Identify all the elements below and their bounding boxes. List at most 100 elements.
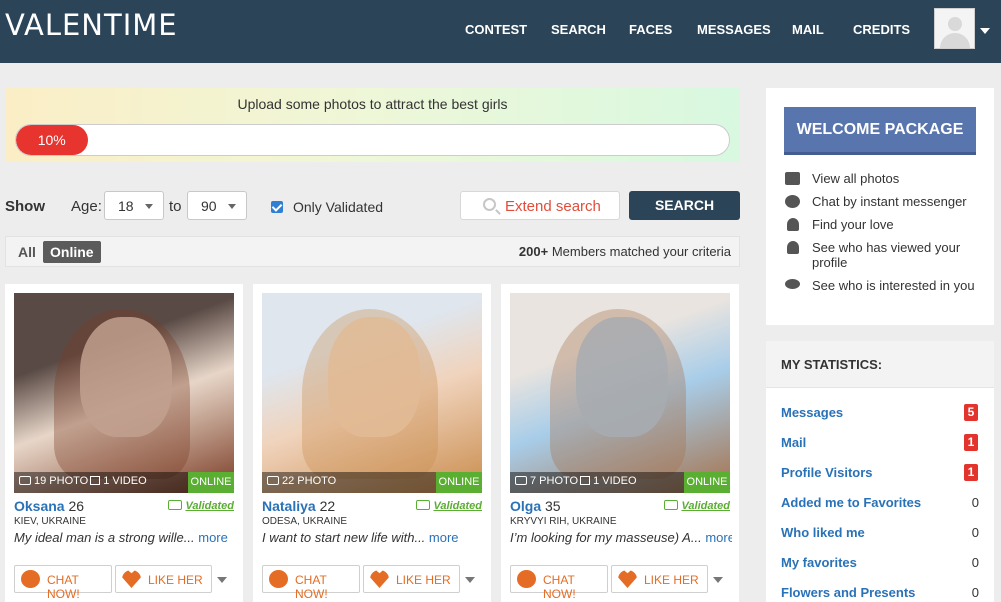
chat-now-button[interactable]: CHAT NOW!: [262, 565, 360, 601]
show-label: Show: [5, 198, 45, 215]
only-validated-label[interactable]: Only Validated: [293, 199, 383, 215]
statistics-title: MY STATISTICS:: [781, 357, 883, 372]
stat-count: 0: [971, 585, 979, 600]
profile-photo[interactable]: 7 PHOTO 1 VIDEO ONLINE: [510, 293, 730, 493]
site-logo[interactable]: VALENTIME: [5, 8, 178, 42]
chat-bubble-icon: [517, 570, 536, 588]
welcome-package-button[interactable]: WELCOME PACKAGE: [784, 107, 976, 155]
upload-prompt: Upload some photos to attract the best g…: [237, 96, 508, 112]
extend-search-label: Extend search: [505, 198, 601, 215]
chevron-down-icon[interactable]: [980, 28, 990, 34]
nav-messages[interactable]: MESSAGES: [697, 22, 771, 37]
more-link[interactable]: more: [705, 530, 732, 545]
upload-photos-banner: Upload some photos to attract the best g…: [5, 88, 740, 162]
photo-info-bar: 19 PHOTO 1 VIDEO ONLINE: [14, 472, 234, 493]
age-to-select[interactable]: 90: [187, 191, 247, 220]
profile-photo[interactable]: 19 PHOTO 1 VIDEO ONLINE: [14, 293, 234, 493]
search-icon: [483, 198, 496, 211]
avatar-placeholder-icon: [948, 17, 962, 31]
user-icon: [787, 218, 799, 231]
age-from-select[interactable]: 18: [104, 191, 164, 220]
stat-label[interactable]: Added me to Favorites: [781, 495, 921, 510]
video-icon: [580, 476, 591, 485]
nav-search[interactable]: SEARCH: [551, 22, 606, 37]
photo-info-bar: 7 PHOTO 1 VIDEO ONLINE: [510, 472, 730, 493]
statistics-header: MY STATISTICS:: [766, 341, 994, 388]
stat-count: 0: [971, 555, 979, 570]
chat-now-button[interactable]: CHAT NOW!: [14, 565, 112, 601]
profile-name[interactable]: Oksana: [14, 498, 65, 514]
photo-info-bar: 22 PHOTO ONLINE: [262, 472, 482, 493]
online-badge: ONLINE: [436, 472, 482, 493]
profile-name-age: Oksana 26: [14, 498, 84, 514]
profile-location: KRYVYI RIH, UKRAINE: [510, 516, 617, 527]
like-her-button[interactable]: LIKE HER: [115, 565, 212, 593]
chevron-down-icon[interactable]: [713, 577, 723, 583]
extend-search-button[interactable]: Extend search: [460, 191, 620, 220]
profile-name-age: Olga 35: [510, 498, 561, 514]
search-button[interactable]: SEARCH: [629, 191, 740, 220]
to-label: to: [169, 198, 182, 215]
stat-count-badge: 1: [964, 434, 978, 451]
heart-icon: [618, 570, 637, 588]
feature-who-interested: See who is interested in you: [812, 278, 975, 293]
stat-label[interactable]: Flowers and Presents: [781, 585, 915, 600]
stat-label[interactable]: Messages: [781, 405, 843, 420]
validated-badge[interactable]: Validated: [167, 500, 234, 512]
chevron-down-icon: [145, 204, 153, 209]
profile-name[interactable]: Nataliya: [262, 498, 316, 514]
profile-progress-bar: 10%: [15, 124, 730, 156]
feature-find-love: Find your love: [812, 217, 894, 232]
profile-age: 22: [319, 498, 336, 514]
more-link[interactable]: more: [198, 530, 228, 545]
chevron-down-icon[interactable]: [465, 577, 475, 583]
stat-label[interactable]: My favorites: [781, 555, 857, 570]
matched-count: 200+: [518, 244, 549, 259]
id-card-icon: [167, 500, 182, 510]
nav-faces[interactable]: FACES: [629, 22, 672, 37]
media-count: 22 PHOTO: [267, 475, 336, 487]
nav-credits[interactable]: CREDITS: [853, 22, 910, 37]
like-her-button[interactable]: LIKE HER: [363, 565, 460, 593]
camera-icon: [515, 476, 527, 485]
welcome-package-panel: WELCOME PACKAGE View all photos Chat by …: [766, 88, 994, 325]
chat-bubble-icon: [269, 570, 288, 588]
profile-bio: My ideal man is a strong wille... more: [14, 530, 228, 545]
like-her-button[interactable]: LIKE HER: [611, 565, 708, 593]
age-to-value: 90: [201, 198, 217, 214]
only-validated-checkbox[interactable]: [271, 201, 283, 213]
chat-bubble-icon: [21, 570, 40, 588]
media-count: 19 PHOTO 1 VIDEO: [19, 475, 147, 487]
user-icon: [787, 241, 799, 254]
stat-count: 0: [971, 525, 979, 540]
online-badge: ONLINE: [684, 472, 730, 493]
nav-mail[interactable]: MAIL: [792, 22, 824, 37]
chat-now-button[interactable]: CHAT NOW!: [510, 565, 608, 601]
more-link[interactable]: more: [429, 530, 459, 545]
camera-icon: [785, 172, 800, 185]
profile-name[interactable]: Olga: [510, 498, 541, 514]
profile-photo[interactable]: 22 PHOTO ONLINE: [262, 293, 482, 493]
tab-online[interactable]: Online: [43, 241, 101, 263]
chevron-down-icon: [228, 204, 236, 209]
user-avatar[interactable]: [934, 8, 975, 49]
eye-icon: [785, 279, 800, 289]
chat-bubble-icon: [785, 195, 800, 208]
profile-card: 7 PHOTO 1 VIDEO ONLINE Olga 35 Validated …: [501, 284, 739, 602]
tab-all[interactable]: All: [18, 244, 36, 260]
stat-label[interactable]: Mail: [781, 435, 806, 450]
validated-badge[interactable]: Validated: [663, 500, 730, 512]
stat-label[interactable]: Profile Visitors: [781, 465, 873, 480]
chevron-down-icon[interactable]: [217, 577, 227, 583]
feature-who-viewed: See who has viewed your profile: [812, 240, 961, 270]
profile-age: 26: [68, 498, 85, 514]
age-label: Age:: [71, 198, 102, 215]
camera-icon: [19, 476, 31, 485]
nav-contest[interactable]: CONTEST: [465, 22, 527, 37]
progress-fill: 10%: [16, 125, 88, 155]
validated-badge[interactable]: Validated: [415, 500, 482, 512]
hair-shape: [549, 309, 686, 479]
stat-count: 0: [971, 495, 979, 510]
stat-label[interactable]: Who liked me: [781, 525, 865, 540]
video-icon: [90, 476, 101, 485]
